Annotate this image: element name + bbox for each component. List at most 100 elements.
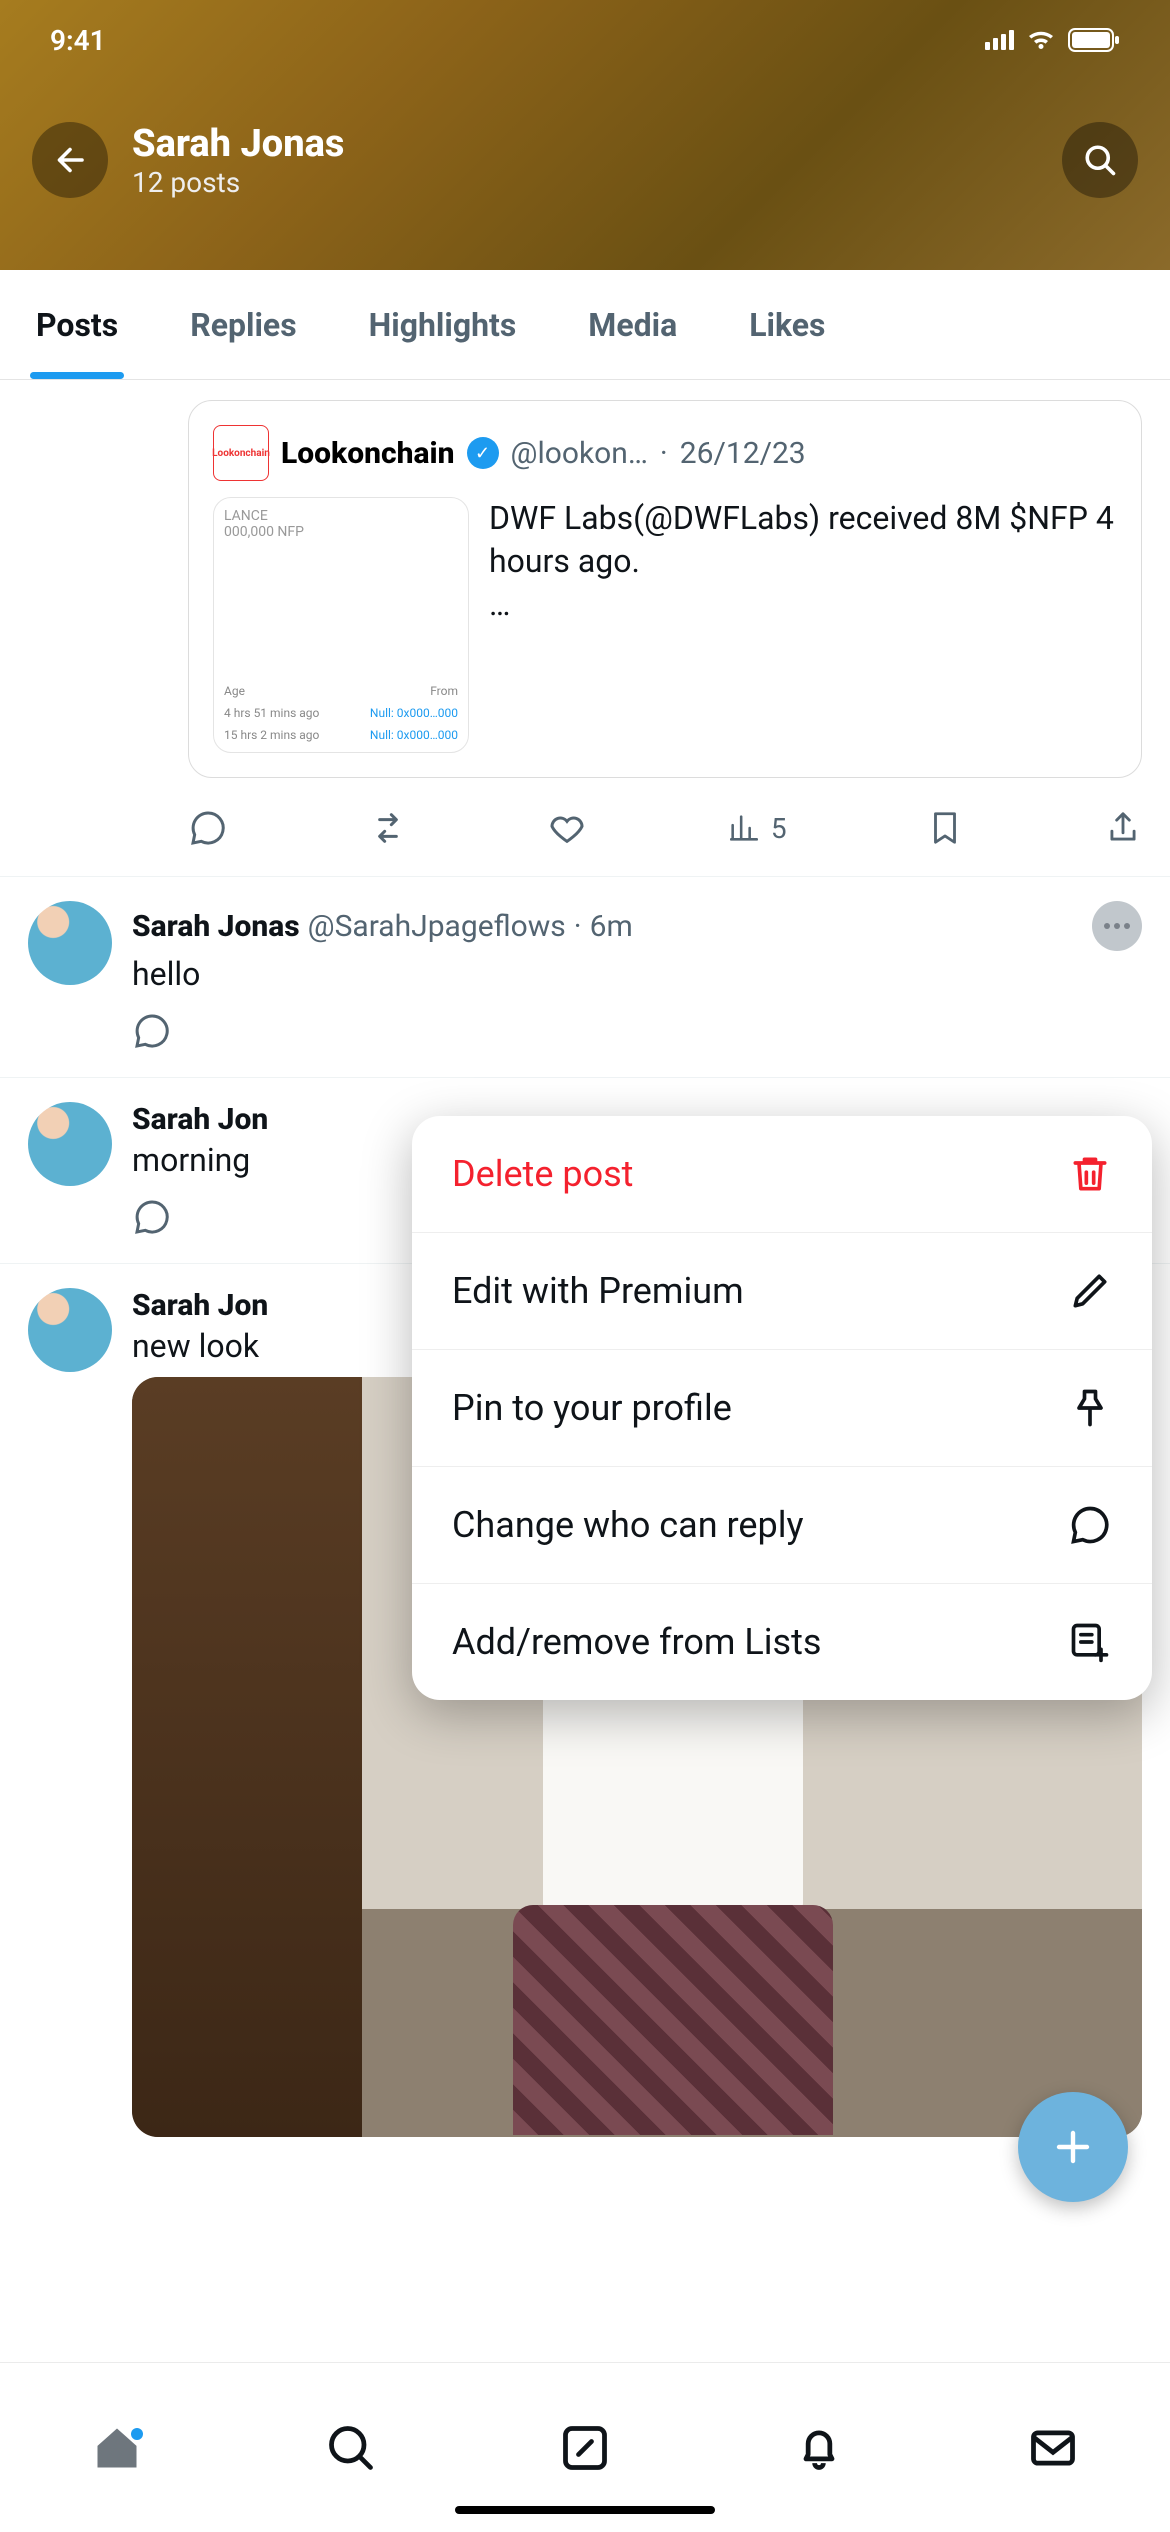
nav-row: Sarah Jonas 12 posts xyxy=(0,80,1170,240)
reply-button[interactable] xyxy=(132,1197,172,1237)
menu-label: Delete post xyxy=(452,1153,633,1195)
status-bar: 9:41 xyxy=(0,0,1170,80)
share-button[interactable] xyxy=(1104,809,1142,847)
post-quoted[interactable]: Lookonchain Lookonchain ✓ @lookon… · 26/… xyxy=(0,380,1170,877)
menu-edit-premium[interactable]: Edit with Premium xyxy=(412,1233,1152,1350)
verified-icon: ✓ xyxy=(467,437,499,469)
cellular-icon xyxy=(985,30,1014,50)
quote-date: 26/12/23 xyxy=(680,436,806,471)
quote-name: Lookonchain xyxy=(281,436,455,471)
search-icon xyxy=(1082,142,1118,178)
menu-label: Edit with Premium xyxy=(452,1270,744,1312)
dot: · xyxy=(660,436,668,471)
thumb-text: LANCE xyxy=(224,508,458,524)
wifi-icon xyxy=(1026,29,1056,51)
avatar[interactable] xyxy=(28,1288,112,1372)
title-block: Sarah Jonas 12 posts xyxy=(132,122,1038,199)
nav-messages[interactable] xyxy=(1027,2422,1079,2474)
more-icon xyxy=(1103,922,1131,930)
back-button[interactable] xyxy=(32,122,108,198)
image-door xyxy=(132,1377,362,2137)
home-indicator[interactable] xyxy=(455,2506,715,2514)
nav-search[interactable] xyxy=(325,2422,377,2474)
list-add-icon xyxy=(1068,1620,1112,1664)
thumb-col: Age xyxy=(224,684,245,698)
bookmark-button[interactable] xyxy=(926,809,964,847)
compose-fab[interactable] xyxy=(1018,2092,1128,2202)
quote-text: DWF Labs(@DWFLabs) received 8M $NFP 4 ho… xyxy=(489,497,1117,753)
tab-label: Highlights xyxy=(369,306,517,344)
tab-label: Media xyxy=(588,306,677,344)
menu-lists[interactable]: Add/remove from Lists xyxy=(412,1584,1152,1700)
thumb-col: From xyxy=(430,684,458,698)
status-right xyxy=(985,28,1120,52)
tab-highlights[interactable]: Highlights xyxy=(333,270,553,379)
post-author: Sarah Jonas xyxy=(132,909,300,944)
quote-handle: @lookon… xyxy=(511,436,648,471)
pin-icon xyxy=(1068,1386,1112,1430)
thumb-cell: 4 hrs 51 mins ago xyxy=(224,706,319,720)
slash-box-icon xyxy=(559,2422,611,2474)
quote-card[interactable]: Lookonchain Lookonchain ✓ @lookon… · 26/… xyxy=(188,400,1142,778)
profile-header: 9:41 Sarah Jonas 12 posts xyxy=(0,0,1170,270)
tab-replies[interactable]: Replies xyxy=(154,270,332,379)
repost-button[interactable] xyxy=(368,808,408,848)
nav-grok[interactable] xyxy=(559,2422,611,2474)
bookmark-icon xyxy=(926,809,964,847)
repost-icon xyxy=(368,808,408,848)
tab-label: Likes xyxy=(749,306,825,344)
nav-home[interactable] xyxy=(91,2422,143,2474)
tab-media[interactable]: Media xyxy=(552,270,713,379)
menu-delete-post[interactable]: Delete post xyxy=(412,1116,1152,1233)
bell-icon xyxy=(793,2422,845,2474)
reply-icon xyxy=(132,1197,172,1237)
post-author: Sarah Jon xyxy=(132,1288,268,1323)
menu-label: Change who can reply xyxy=(452,1504,804,1546)
speech-icon xyxy=(1068,1503,1112,1547)
reply-button[interactable] xyxy=(132,1011,172,1051)
post-more-button[interactable] xyxy=(1092,901,1142,951)
heart-icon xyxy=(547,808,587,848)
avatar[interactable] xyxy=(28,901,112,985)
nav-notifications[interactable] xyxy=(793,2422,845,2474)
views-button[interactable]: 5 xyxy=(727,811,787,845)
trash-icon xyxy=(1068,1152,1112,1196)
menu-change-reply[interactable]: Change who can reply xyxy=(412,1467,1152,1584)
like-button[interactable] xyxy=(547,808,587,848)
share-icon xyxy=(1104,809,1142,847)
post-handle: @SarahJpageflows xyxy=(308,909,566,944)
avatar[interactable] xyxy=(28,1102,112,1186)
search-icon xyxy=(325,2422,377,2474)
thumb-cell: 15 hrs 2 mins ago xyxy=(224,728,319,742)
status-time: 9:41 xyxy=(50,24,106,57)
reply-button[interactable] xyxy=(188,808,228,848)
post-time: 6m xyxy=(590,909,633,944)
tab-likes[interactable]: Likes xyxy=(713,270,861,379)
tab-label: Replies xyxy=(190,306,296,344)
menu-pin-profile[interactable]: Pin to your profile xyxy=(412,1350,1152,1467)
quote-thumbnail: LANCE 000,000 NFP AgeFrom 4 hrs 51 mins … xyxy=(213,497,469,753)
battery-icon xyxy=(1068,28,1120,52)
search-button[interactable] xyxy=(1062,122,1138,198)
views-count: 5 xyxy=(771,812,787,845)
thumb-cell: Null: 0x000…000 xyxy=(370,728,458,742)
profile-tabs: Posts Replies Highlights Media Likes xyxy=(0,270,1170,380)
quote-text-content: DWF Labs(@DWFLabs) received 8M $NFP 4 ho… xyxy=(489,499,1114,580)
post-actions: 5 xyxy=(188,788,1142,876)
tab-label: Posts xyxy=(36,306,118,344)
thumb-cell: Null: 0x000…000 xyxy=(370,706,458,720)
post-author: Sarah Jon xyxy=(132,1102,268,1137)
quote-avatar: Lookonchain xyxy=(213,425,269,481)
post-count: 12 posts xyxy=(132,166,1038,199)
chart-icon xyxy=(727,811,761,845)
mail-icon xyxy=(1027,2422,1079,2474)
post-item[interactable]: Sarah Jonas @SarahJpageflows · 6m hello xyxy=(0,877,1170,1078)
pencil-icon xyxy=(1068,1269,1112,1313)
post-context-menu: Delete post Edit with Premium Pin to you… xyxy=(412,1116,1152,1700)
notification-dot xyxy=(131,2428,143,2440)
tab-posts[interactable]: Posts xyxy=(0,270,154,379)
menu-label: Add/remove from Lists xyxy=(452,1621,821,1663)
quote-ellipsis: … xyxy=(489,585,510,623)
menu-label: Pin to your profile xyxy=(452,1387,732,1429)
reply-icon xyxy=(188,808,228,848)
